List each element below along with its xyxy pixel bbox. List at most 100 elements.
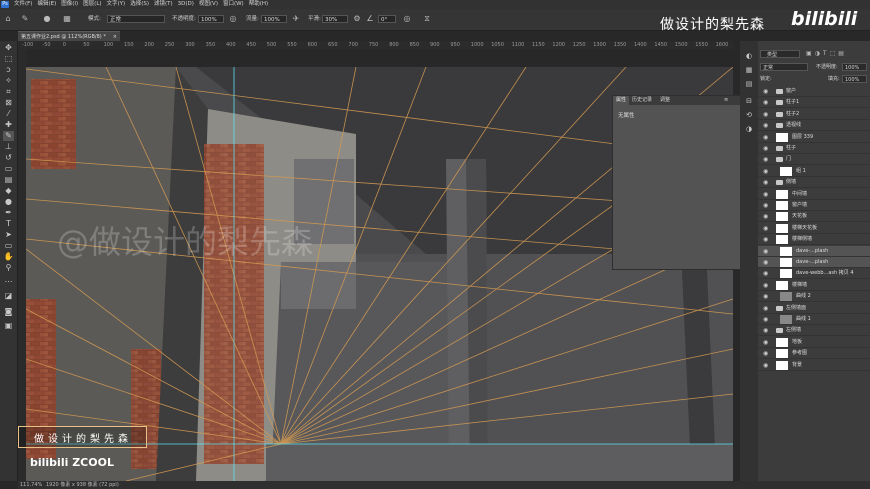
- layer-row[interactable]: ◉ 中间墙: [758, 189, 870, 200]
- visibility-eye-icon[interactable]: ◉: [763, 191, 768, 198]
- layer-row[interactable]: ◉ 透视线: [758, 120, 870, 132]
- brush-tool-icon[interactable]: ✎: [20, 14, 30, 24]
- visibility-eye-icon[interactable]: ◉: [763, 145, 768, 152]
- visibility-eye-icon[interactable]: ◉: [763, 179, 768, 186]
- panel-menu-icon[interactable]: ≡: [721, 96, 731, 105]
- mode-select[interactable]: 正常: [107, 15, 165, 23]
- menu-item[interactable]: 3D(D): [178, 0, 194, 9]
- visibility-eye-icon[interactable]: ◉: [763, 156, 768, 163]
- path-selection-tool-icon[interactable]: ➤: [3, 230, 14, 240]
- hand-tool-icon[interactable]: ✋: [3, 252, 14, 262]
- document-tab[interactable]: 第五课作业2.psd @ 112%(RGB/8) * ×: [18, 31, 120, 41]
- angle-input[interactable]: 0°: [378, 15, 396, 23]
- clone-stamp-tool-icon[interactable]: ⊥: [3, 142, 14, 152]
- layer-row[interactable]: ◉ 窗户: [758, 86, 870, 97]
- properties-panel-icon[interactable]: ⊟: [744, 96, 754, 106]
- visibility-eye-icon[interactable]: ◉: [763, 316, 768, 323]
- visibility-eye-icon[interactable]: ◉: [763, 122, 768, 129]
- layer-row[interactable]: ◉ 楼梯天花板: [758, 223, 870, 234]
- fill-input[interactable]: 100%: [842, 75, 867, 83]
- smoothing-input[interactable]: 30%: [322, 15, 348, 23]
- layer-row[interactable]: ◉ 天花板: [758, 211, 870, 223]
- visibility-eye-icon[interactable]: ◉: [763, 236, 768, 243]
- menu-item[interactable]: 文件(F): [14, 0, 32, 9]
- layer-row[interactable]: ◉ 背景: [758, 360, 870, 371]
- brush-settings-icon[interactable]: ▦: [62, 14, 72, 24]
- blur-tool-icon[interactable]: ◆: [3, 186, 14, 196]
- symmetry-icon[interactable]: ⧖: [422, 14, 432, 24]
- visibility-eye-icon[interactable]: ◉: [763, 270, 768, 277]
- visibility-eye-icon[interactable]: ◉: [763, 202, 768, 209]
- zoom-tool-icon[interactable]: ⚲: [3, 263, 14, 273]
- eyedropper-tool-icon[interactable]: ⁄: [3, 109, 14, 119]
- pressure-opacity-icon[interactable]: ◎: [228, 14, 238, 24]
- layer-row[interactable]: ◉ 窗户墙: [758, 200, 870, 211]
- quick-mask-icon[interactable]: ◙: [3, 307, 14, 317]
- layer-row[interactable]: ◉ dave-webb...ash 拷贝 4: [758, 268, 870, 280]
- menu-item[interactable]: 选择(S): [130, 0, 149, 9]
- menu-item[interactable]: 图层(L): [83, 0, 101, 9]
- opacity-input[interactable]: 100%: [198, 15, 224, 23]
- layer-row[interactable]: ◉ dave-...plash: [758, 245, 870, 257]
- layer-row[interactable]: ◉ 左侧墙: [758, 325, 870, 337]
- layer-row[interactable]: ◉ dave-...plash: [758, 257, 870, 268]
- layer-row[interactable]: ◉ 门: [758, 154, 870, 166]
- screen-mode-icon[interactable]: ▣: [3, 321, 14, 331]
- menu-item[interactable]: 编辑(E): [37, 0, 56, 9]
- eraser-tool-icon[interactable]: ▭: [3, 164, 14, 174]
- smart-object-filter-icon[interactable]: ▤: [838, 50, 844, 58]
- zoom-level[interactable]: 111.74%: [20, 481, 42, 489]
- layer-row[interactable]: ◉ 曲线 1: [758, 314, 870, 325]
- visibility-eye-icon[interactable]: ◉: [763, 99, 768, 106]
- healing-brush-tool-icon[interactable]: ✚: [3, 120, 14, 130]
- brush-preset-icon[interactable]: ●: [42, 14, 52, 24]
- lasso-tool-icon[interactable]: ↄ: [3, 65, 14, 75]
- visibility-eye-icon[interactable]: ◉: [763, 168, 768, 175]
- layer-row[interactable]: ◉ 地板: [758, 337, 870, 348]
- airbrush-icon[interactable]: ✈: [291, 14, 301, 24]
- menu-item[interactable]: 帮助(H): [249, 0, 268, 9]
- visibility-eye-icon[interactable]: ◉: [763, 225, 768, 232]
- tab-history[interactable]: 历史记录: [629, 96, 655, 105]
- menu-item[interactable]: 视图(V): [199, 0, 218, 9]
- layer-row[interactable]: ◉ 柱子2: [758, 109, 870, 120]
- adjustments-panel-icon[interactable]: ◑: [744, 124, 754, 134]
- visibility-eye-icon[interactable]: ◉: [763, 134, 768, 141]
- angle-icon[interactable]: ∠: [365, 14, 375, 24]
- layer-row[interactable]: ◉ 组 1: [758, 166, 870, 177]
- visibility-eye-icon[interactable]: ◉: [763, 305, 768, 312]
- layer-row[interactable]: ◉ 楼梯侧墙: [758, 234, 870, 246]
- menu-item[interactable]: 文字(Y): [107, 0, 126, 9]
- visibility-eye-icon[interactable]: ◉: [763, 213, 768, 220]
- visibility-eye-icon[interactable]: ◉: [763, 248, 768, 255]
- layer-row[interactable]: ◉ 柱子: [758, 143, 870, 154]
- pixel-filter-icon[interactable]: ▣: [806, 50, 812, 58]
- visibility-eye-icon[interactable]: ◉: [763, 282, 768, 289]
- visibility-eye-icon[interactable]: ◉: [763, 350, 768, 357]
- gradient-tool-icon[interactable]: ▤: [3, 175, 14, 185]
- visibility-eye-icon[interactable]: ◉: [763, 339, 768, 346]
- layer-row[interactable]: ◉ 曲线 2: [758, 291, 870, 303]
- layer-row[interactable]: ◉ 楼梯墙: [758, 280, 870, 291]
- frame-tool-icon[interactable]: ⊠: [3, 98, 14, 108]
- marquee-tool-icon[interactable]: ⬚: [3, 54, 14, 64]
- tab-adjustments[interactable]: 调整: [657, 96, 673, 105]
- dodge-tool-icon[interactable]: ●: [3, 197, 14, 207]
- menu-item[interactable]: 窗口(W): [223, 0, 244, 9]
- adjustment-filter-icon[interactable]: ◑: [815, 50, 820, 58]
- color-swatches-icon[interactable]: ◪: [3, 291, 14, 301]
- layer-opacity-input[interactable]: 100%: [842, 63, 867, 71]
- layer-row[interactable]: ◉ 图层 339: [758, 132, 870, 143]
- visibility-eye-icon[interactable]: ◉: [763, 111, 768, 118]
- tab-properties[interactable]: 属性: [613, 96, 630, 105]
- home-icon[interactable]: ⌂: [3, 14, 13, 24]
- swatches-panel-icon[interactable]: ▦: [744, 65, 754, 75]
- magic-wand-tool-icon[interactable]: ✧: [3, 76, 14, 86]
- history-panel-icon[interactable]: ⟲: [744, 110, 754, 120]
- crop-tool-icon[interactable]: ⌗: [3, 87, 14, 97]
- type-tool-icon[interactable]: T: [3, 219, 14, 229]
- visibility-eye-icon[interactable]: ◉: [763, 88, 768, 95]
- menu-item[interactable]: 图像(I): [61, 0, 78, 9]
- rectangle-tool-icon[interactable]: ▭: [3, 241, 14, 251]
- libraries-panel-icon[interactable]: ▤: [744, 79, 754, 89]
